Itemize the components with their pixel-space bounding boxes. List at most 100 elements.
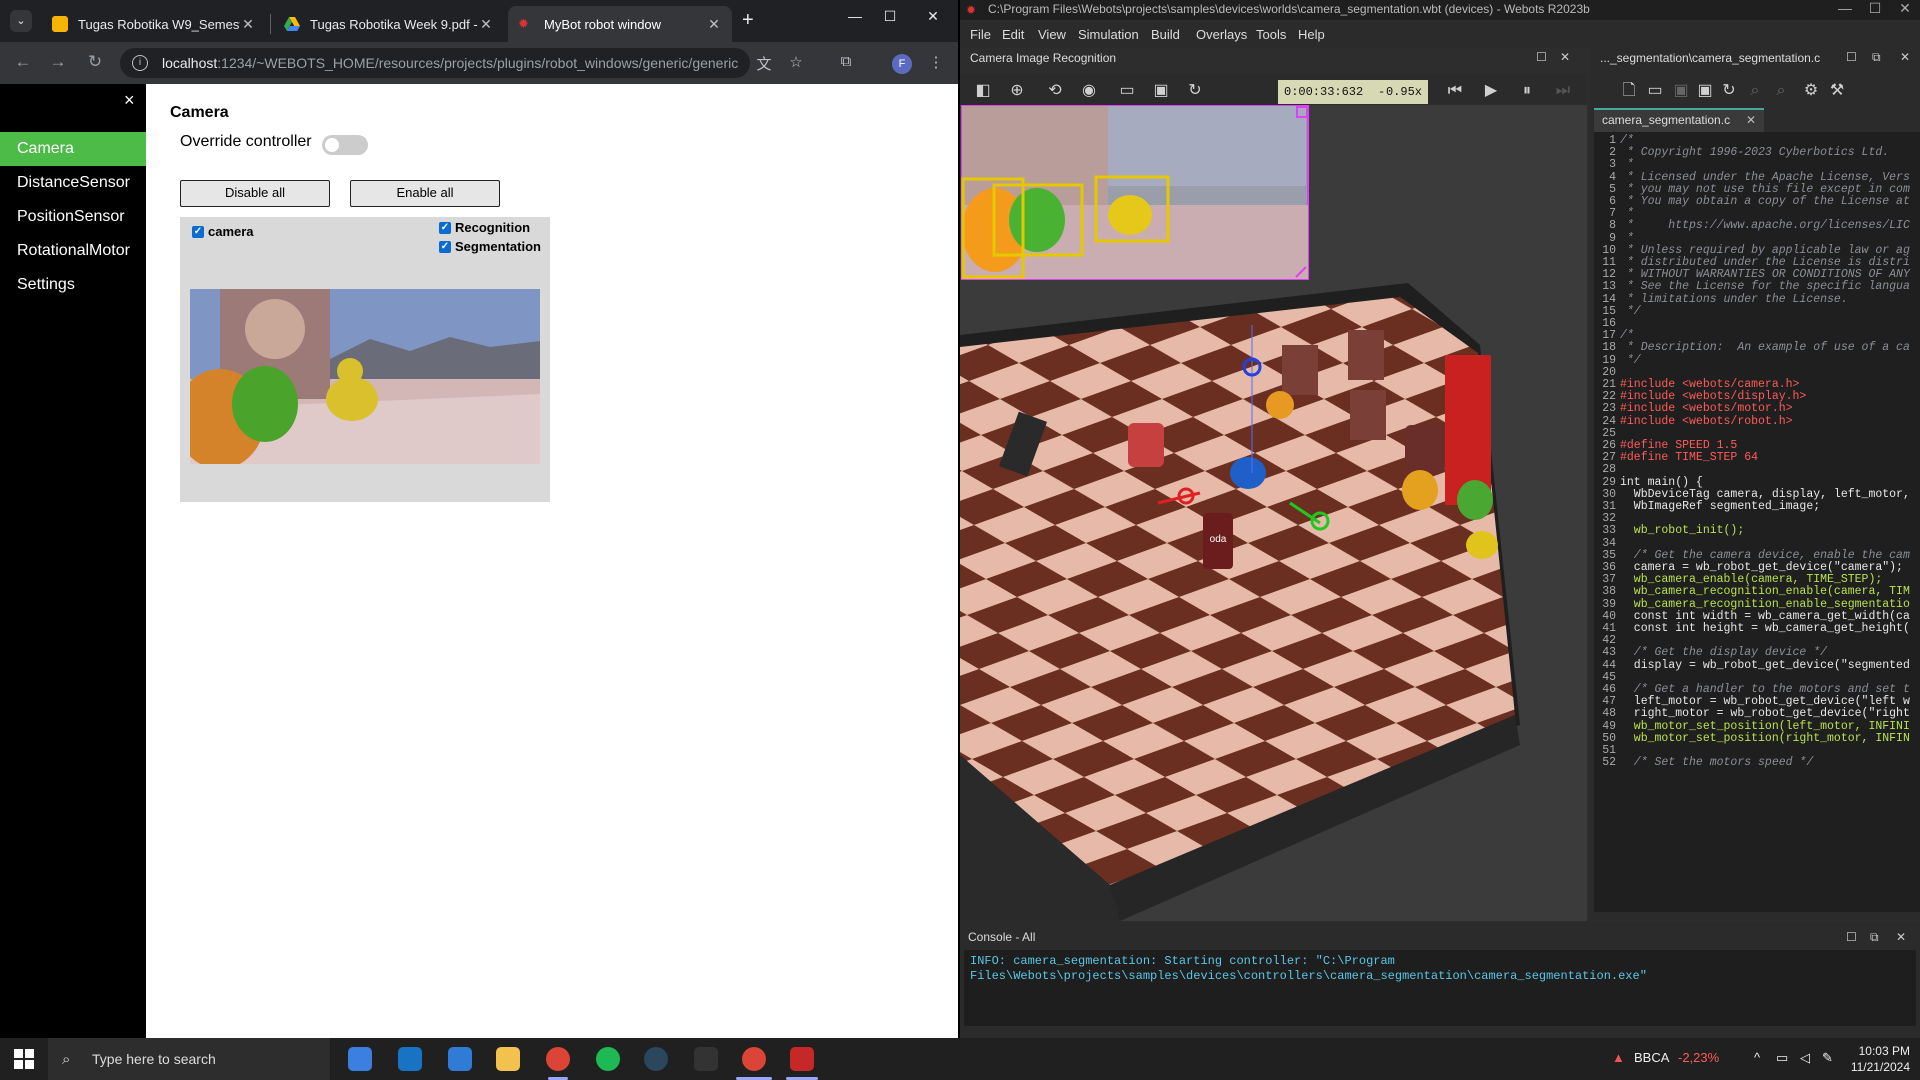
view-eye-icon[interactable]: ◉: [1078, 80, 1100, 102]
find-icon[interactable]: ⌕: [1744, 80, 1766, 102]
pause-icon[interactable]: ⏸: [1516, 80, 1538, 102]
float-panel-icon[interactable]: ☐: [1536, 50, 1547, 64]
outlook-icon[interactable]: [398, 1047, 422, 1071]
reload-icon[interactable]: ↻: [84, 52, 106, 72]
bookmark-star-icon[interactable]: ☆: [786, 53, 806, 71]
save-file-icon[interactable]: ▣: [1670, 80, 1692, 102]
float-panel-icon[interactable]: ⧉: [1872, 50, 1881, 65]
chrome-profile-icon[interactable]: [742, 1047, 766, 1071]
windows-start-icon[interactable]: [14, 1049, 34, 1069]
save-as-icon[interactable]: ▣: [1694, 80, 1716, 102]
menu-item-position-sensor[interactable]: PositionSensor: [0, 200, 146, 234]
code-area[interactable]: 1 /* 2 * Copyright 1996-2023 Cyberbotics L…: [1594, 132, 1920, 912]
address-bar[interactable]: i localhost :1234/~WEBOTS_HOME/resources…: [120, 48, 750, 78]
view-reset-icon[interactable]: ⟲: [1044, 80, 1066, 102]
menu-item-camera[interactable]: Camera: [0, 132, 146, 166]
site-info-icon[interactable]: i: [132, 55, 148, 71]
volume-icon[interactable]: ◁: [1800, 1050, 1810, 1066]
disable-all-button[interactable]: Disable all: [180, 180, 330, 207]
chrome-icon[interactable]: [546, 1047, 570, 1071]
play-icon[interactable]: ▶: [1480, 80, 1502, 102]
editor-tab[interactable]: camera_segmentation.c ✕: [1594, 108, 1764, 132]
stock-name[interactable]: BBCA: [1634, 1050, 1669, 1065]
menu-item-settings[interactable]: Settings: [0, 268, 146, 302]
menu-help[interactable]: Help: [1298, 27, 1325, 42]
segmentation-checkbox[interactable]: ✓ Segmentation: [439, 239, 541, 254]
extensions-icon[interactable]: ⧉: [836, 53, 856, 70]
open-file-icon[interactable]: ▭: [1644, 80, 1666, 102]
camera-checkbox[interactable]: ✓ camera: [192, 224, 254, 239]
recognition-checkbox[interactable]: ✓ Recognition: [439, 220, 530, 235]
steam-icon[interactable]: [644, 1047, 668, 1071]
menu-build[interactable]: Build: [1151, 27, 1180, 42]
close-panel-icon[interactable]: ✕: [1896, 930, 1906, 944]
menu-tools[interactable]: Tools: [1256, 27, 1286, 42]
close-window-icon[interactable]: ✕: [918, 8, 948, 25]
menu-view[interactable]: View: [1038, 27, 1066, 42]
reload-world-icon[interactable]: ↻: [1184, 80, 1206, 102]
menu-simulation[interactable]: Simulation: [1078, 27, 1139, 42]
build-gear-icon[interactable]: ⚙: [1800, 80, 1822, 102]
save-world-icon[interactable]: ▣: [1150, 80, 1172, 102]
taskbar-search[interactable]: ⌕ Type here to search: [48, 1038, 330, 1080]
camera-overlay[interactable]: [961, 105, 1309, 280]
translate-icon[interactable]: 文: [754, 53, 774, 74]
tray-chevron-icon[interactable]: ^: [1754, 1050, 1760, 1065]
close-tab-icon[interactable]: ✕: [478, 16, 494, 33]
float-panel-icon[interactable]: ⧉: [1870, 930, 1879, 945]
fast-forward-icon[interactable]: ⏭: [1552, 80, 1574, 102]
microsoft-store-icon[interactable]: [448, 1047, 472, 1071]
menu-item-distance-sensor[interactable]: DistanceSensor: [0, 166, 146, 200]
tab-tugas-robotika-pdf[interactable]: Tugas Robotika Week 9.pdf - G ✕: [274, 6, 504, 42]
new-tab-button[interactable]: +: [742, 10, 754, 30]
minimize-icon[interactable]: —: [1830, 0, 1860, 16]
add-node-icon[interactable]: ⊕: [1006, 80, 1028, 102]
minimize-panel-icon[interactable]: ☐: [1846, 50, 1857, 64]
replace-icon[interactable]: ⌕: [1770, 80, 1792, 102]
more-menu-icon[interactable]: ⋮: [926, 53, 946, 71]
enable-all-button[interactable]: Enable all: [350, 180, 500, 207]
network-icon[interactable]: ▭: [1776, 1050, 1788, 1066]
clean-broom-icon[interactable]: ⚒: [1826, 80, 1848, 102]
epic-games-icon[interactable]: [694, 1047, 718, 1071]
close-tab-icon[interactable]: ✕: [1746, 110, 1756, 130]
tab-tugas-robotika-sheet[interactable]: Tugas Robotika W9_Semester ✕: [42, 6, 266, 42]
webots-icon[interactable]: [790, 1047, 814, 1071]
minimize-panel-icon[interactable]: ☐: [1846, 930, 1857, 944]
line-number: 27: [1602, 451, 1616, 465]
menu-file[interactable]: File: [970, 27, 991, 42]
tab-mybot-robot-window[interactable]: ✹ MyBot robot window ✕: [508, 6, 732, 42]
close-window-icon[interactable]: ✕: [1890, 0, 1920, 16]
line-number: 32: [1602, 512, 1616, 526]
menu-item-rotational-motor[interactable]: RotationalMotor: [0, 234, 146, 268]
reset-simulation-icon[interactable]: ⏮: [1444, 80, 1466, 102]
close-sidebar-icon[interactable]: ×: [124, 90, 135, 111]
revert-icon[interactable]: ↻: [1718, 80, 1740, 102]
new-file-icon[interactable]: 🗋: [1618, 80, 1640, 102]
close-panel-icon[interactable]: ✕: [1560, 50, 1570, 64]
maximize-icon[interactable]: ☐: [1860, 0, 1890, 16]
tab-search-icon[interactable]: ⌄: [10, 10, 32, 32]
file-explorer-icon[interactable]: [496, 1047, 520, 1071]
minimize-icon[interactable]: —: [840, 8, 870, 24]
clock[interactable]: 10:03 PM 11/21/2024: [1840, 1043, 1910, 1075]
profile-avatar[interactable]: F: [892, 54, 912, 74]
close-tab-icon[interactable]: ✕: [706, 16, 722, 33]
console-output[interactable]: INFO: camera_segmentation: Starting cont…: [964, 950, 1916, 1026]
toggle-scene-tree-icon[interactable]: ◧: [972, 80, 994, 102]
menu-overlays[interactable]: Overlays: [1196, 27, 1247, 42]
copilot-icon[interactable]: [348, 1047, 372, 1071]
menu-edit[interactable]: Edit: [1002, 27, 1024, 42]
maximize-icon[interactable]: ☐: [875, 8, 905, 25]
3d-scene-viewport[interactable]: oda: [960, 105, 1587, 921]
console-panel: Console - All ☐ ⧉ ✕ INFO: camera_segment…: [960, 922, 1920, 1038]
forward-icon[interactable]: →: [47, 52, 69, 72]
override-controller-toggle[interactable]: [322, 135, 368, 155]
open-world-icon[interactable]: ▭: [1116, 80, 1138, 102]
back-icon[interactable]: ←: [12, 52, 34, 72]
pen-icon[interactable]: ✎: [1822, 1050, 1833, 1066]
spotify-icon[interactable]: [596, 1047, 620, 1071]
close-panel-icon[interactable]: ✕: [1900, 50, 1910, 64]
code-line: * Unless required by applicable law or a…: [1620, 243, 1910, 257]
close-tab-icon[interactable]: ✕: [240, 16, 256, 33]
